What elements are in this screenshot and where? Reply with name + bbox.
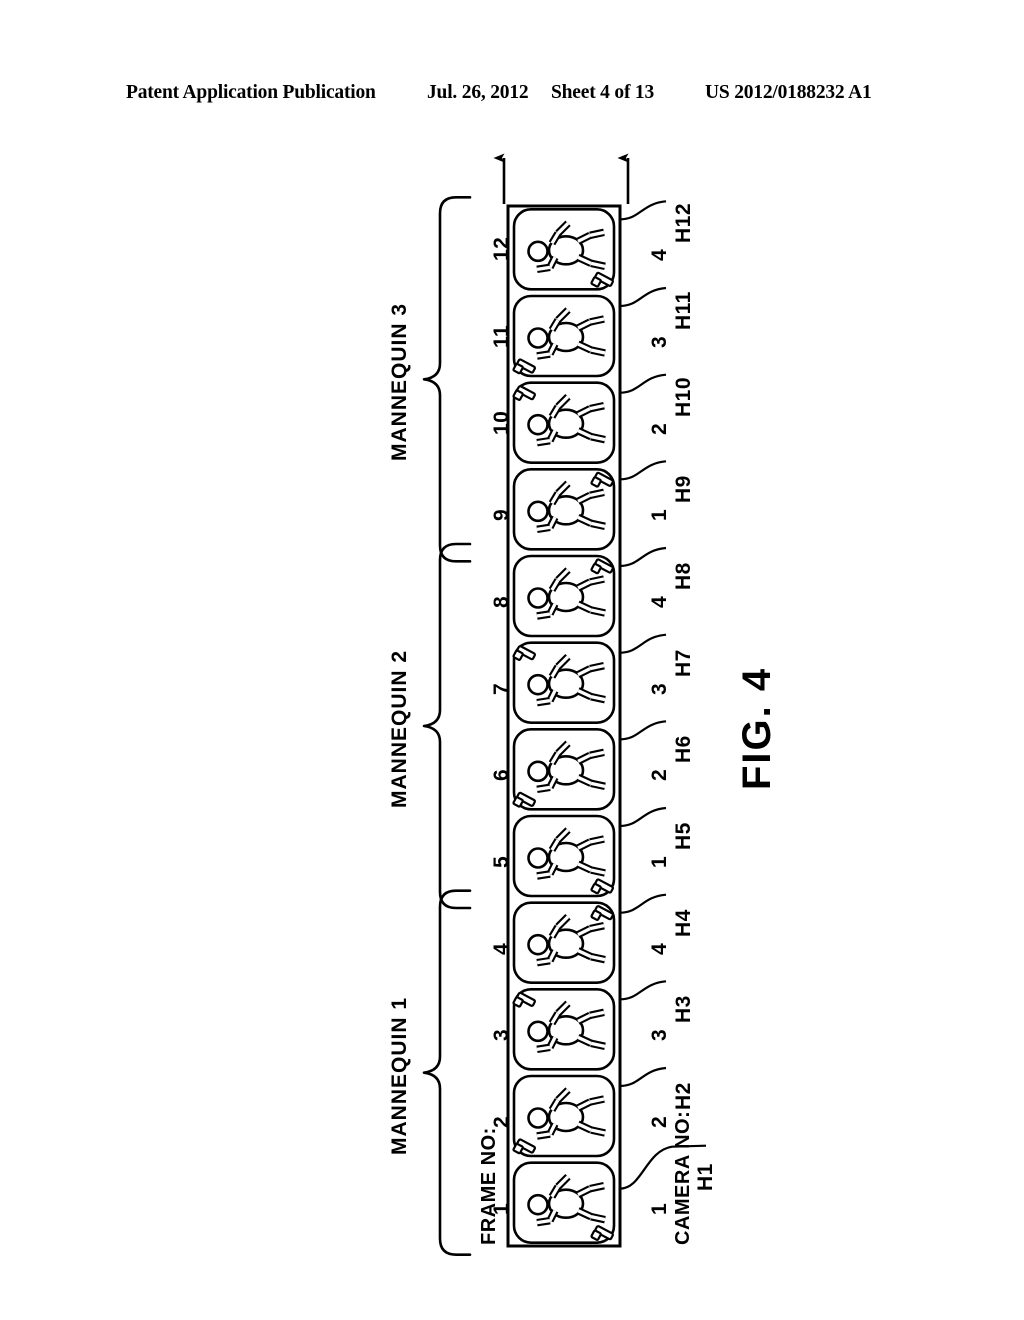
- h-label: H8: [672, 562, 695, 590]
- mannequin-group-label: MANNEQUIN 1: [388, 996, 411, 1155]
- h-label: H5: [672, 822, 695, 850]
- h-label-leader: [619, 373, 667, 394]
- h-label: H11: [672, 291, 695, 330]
- frame-axis-label: FRAME NO:: [478, 1127, 500, 1245]
- h-label-leader: [619, 546, 667, 568]
- frame-number: 2: [490, 1115, 513, 1128]
- frame-cell: [512, 294, 616, 378]
- frame-number: 4: [490, 942, 513, 955]
- h-label-leader: [619, 720, 667, 741]
- mannequin-group-label: MANNEQUIN 2: [388, 649, 411, 808]
- h-label-leader: [619, 286, 667, 308]
- frame-cells-group: [512, 208, 616, 1244]
- figure-number-label: FIG. 4: [735, 666, 779, 790]
- frame-cell: [512, 988, 616, 1071]
- h-label-leader: [619, 806, 667, 828]
- h-label-leader: [619, 633, 667, 654]
- frame-cell: [512, 814, 616, 898]
- frame-number: 12: [490, 236, 513, 262]
- figure-4-drawing: FIG. 4 FRAME NO: CAMERA NO: 1 2 3 4 5 6 7 8 9 10 11 12…: [0, 0, 1024, 1320]
- mannequin-group-braces: [422, 196, 472, 1256]
- camera-number: 2: [648, 422, 671, 435]
- frame-cell: [512, 641, 616, 724]
- frame-cell: [512, 1161, 616, 1244]
- h-label: H1: [694, 1162, 717, 1191]
- camera-number: 4: [648, 249, 671, 262]
- h-label: H4: [672, 908, 695, 937]
- camera-number: 1: [648, 509, 671, 522]
- frame-cell: [512, 554, 616, 638]
- h-label: H9: [672, 475, 695, 504]
- mannequin-group-brace: [422, 196, 472, 563]
- camera-number: 3: [648, 682, 671, 695]
- h-label: H7: [672, 648, 695, 677]
- frame-cell: [512, 381, 616, 464]
- h-label-leader: [619, 200, 667, 221]
- camera-number: 2: [648, 1115, 671, 1128]
- h-label-leader: [619, 893, 667, 914]
- camera-axis-label: CAMERA NO:: [672, 1110, 694, 1245]
- h-label-leader: [619, 1066, 667, 1088]
- frame-cell: [512, 1074, 616, 1158]
- h-label: H12: [672, 203, 695, 244]
- frame-number: 7: [490, 682, 513, 695]
- mannequin-group-brace: [422, 889, 472, 1256]
- frame-cell: [512, 208, 616, 291]
- frame-number: 10: [490, 410, 513, 435]
- camera-number: 1: [648, 855, 671, 868]
- camera-number: 4: [648, 595, 671, 608]
- camera-number: 4: [648, 942, 671, 955]
- h-label-leader: [619, 980, 667, 1001]
- camera-number: 1: [648, 1202, 671, 1215]
- mannequin-group-brace: [422, 542, 472, 910]
- frame-number: 3: [490, 1029, 513, 1042]
- camera-number: 3: [648, 1029, 671, 1042]
- mannequin-group-label: MANNEQUIN 3: [388, 303, 411, 462]
- frame-number: 5: [490, 855, 513, 868]
- frame-number: 6: [490, 769, 513, 782]
- frame-number: 1: [490, 1202, 513, 1215]
- camera-number: 3: [648, 335, 671, 348]
- frame-number: 9: [490, 509, 513, 522]
- h-label: H6: [672, 735, 695, 764]
- frame-number: 8: [490, 595, 513, 608]
- h-label: H3: [672, 995, 695, 1024]
- h-label: H10: [672, 376, 695, 417]
- frame-cell: [512, 901, 616, 984]
- frame-cell: [512, 728, 616, 811]
- h-label: H2: [672, 1082, 695, 1110]
- frame-number: 11: [490, 324, 513, 348]
- h-label-leader: [619, 460, 667, 481]
- camera-number: 2: [648, 769, 671, 782]
- frame-cell: [512, 468, 616, 551]
